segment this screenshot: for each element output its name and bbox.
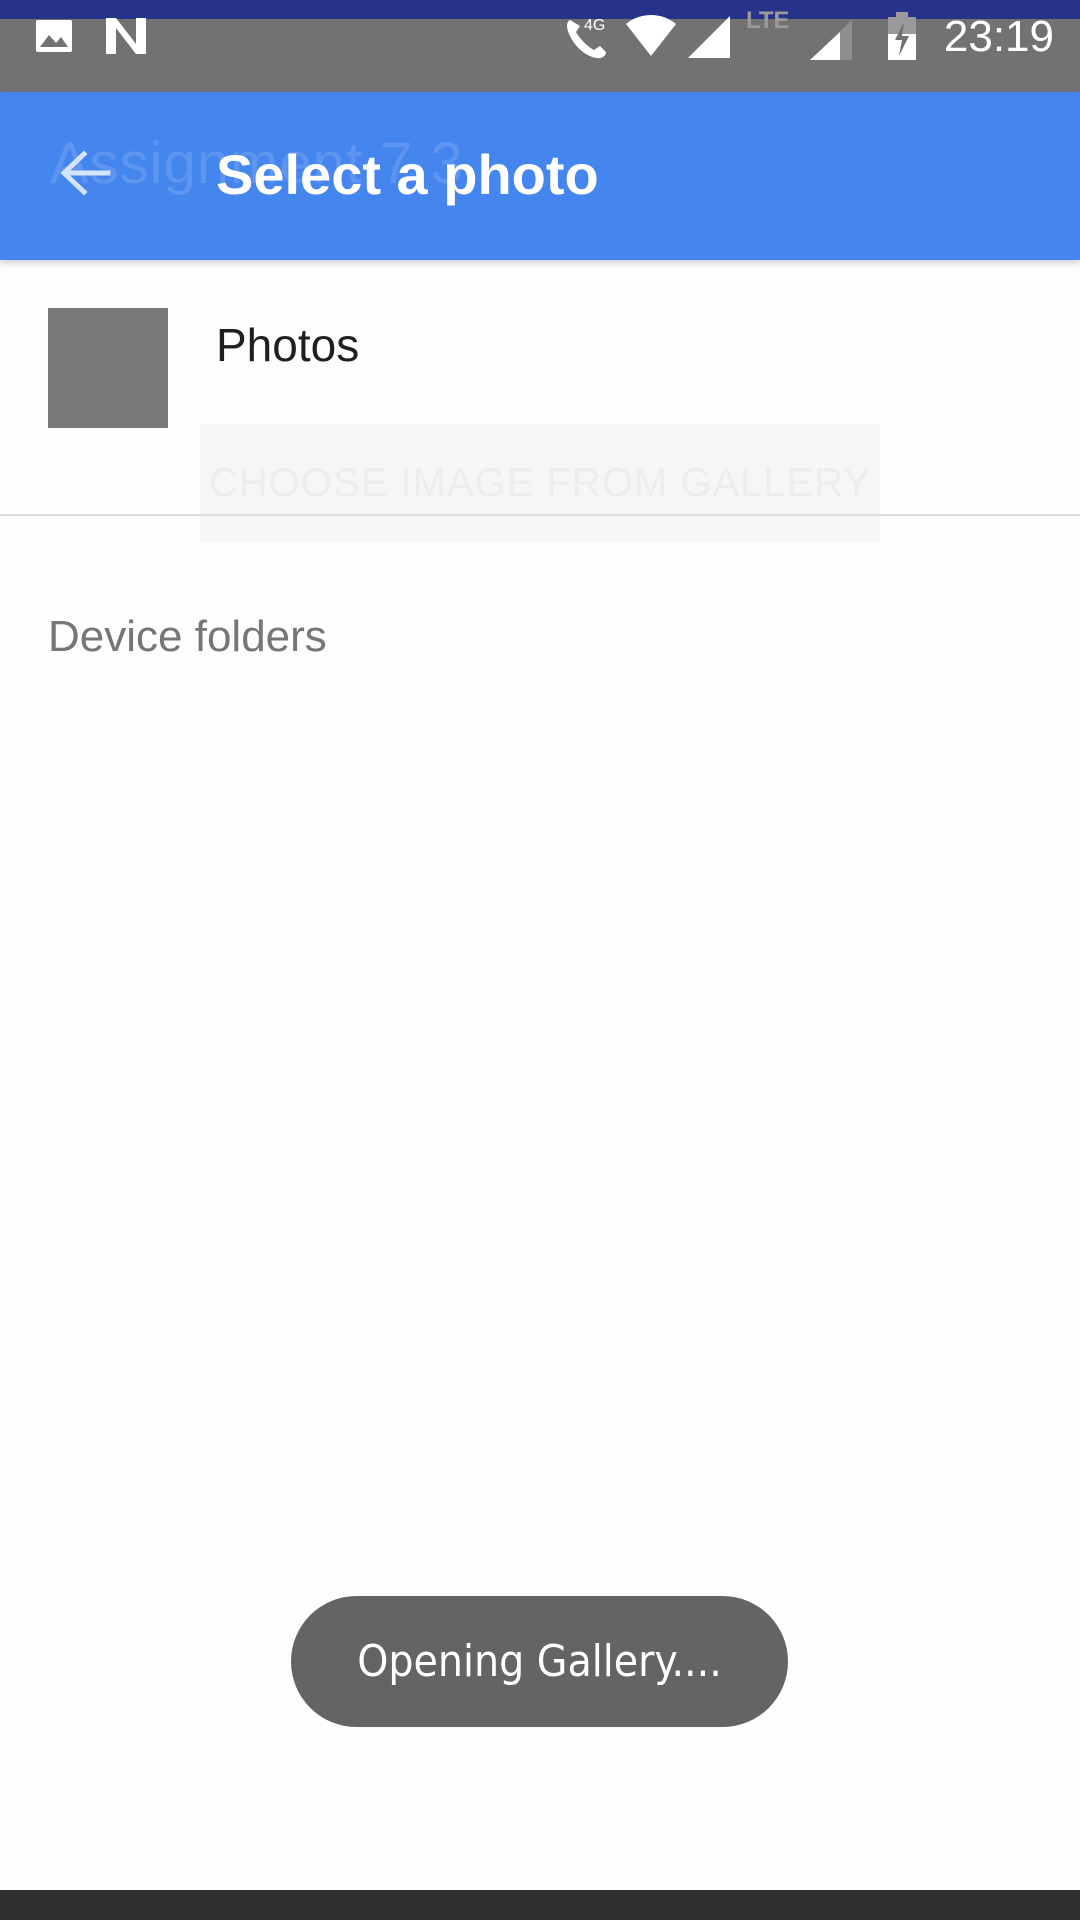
divider bbox=[0, 514, 1080, 516]
battery-charging-icon bbox=[888, 12, 916, 60]
signal-icon bbox=[688, 16, 730, 58]
photos-label: Photos bbox=[216, 319, 360, 371]
photos-thumbnail bbox=[48, 308, 168, 428]
status-time: 23:19 bbox=[943, 12, 1054, 61]
back-arrow-icon[interactable] bbox=[58, 146, 112, 200]
volte-call-icon: 4G bbox=[567, 17, 606, 59]
n-notification-icon bbox=[106, 18, 146, 54]
image-icon bbox=[36, 20, 72, 52]
status-bar-accent bbox=[0, 0, 1080, 19]
page-title: Select a photo bbox=[216, 143, 599, 206]
svg-text:LTE: LTE bbox=[746, 7, 790, 34]
photos-item[interactable]: Photos bbox=[0, 262, 1080, 514]
toast-message: Opening Gallery.... bbox=[291, 1596, 788, 1727]
status-bar: 4G LTE 23:19 bbox=[0, 0, 1080, 92]
svg-text:4G: 4G bbox=[584, 17, 605, 34]
navigation-bar bbox=[0, 1890, 1080, 1920]
device-folders-header: Device folders bbox=[48, 612, 327, 661]
signal-icon-2: LTE bbox=[746, 7, 852, 60]
app-toolbar: Assignment 7.3 Select a photo bbox=[0, 92, 1080, 260]
wifi-icon bbox=[626, 15, 676, 56]
